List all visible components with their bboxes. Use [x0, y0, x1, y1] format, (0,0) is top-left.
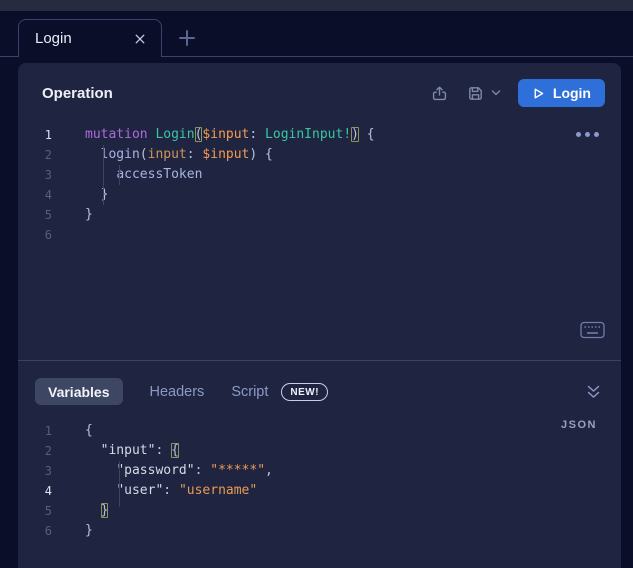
- code-line[interactable]: 3 "password": "*****",: [18, 461, 621, 481]
- line-number: 2: [18, 145, 52, 165]
- code-text: mutation Login($input: LoginInput!) {: [85, 125, 375, 145]
- code-line[interactable]: 2 login(input: $input) {: [18, 145, 621, 165]
- share-icon[interactable]: [430, 84, 449, 103]
- save-group: [466, 84, 501, 103]
- code-line[interactable]: 5}: [18, 205, 621, 225]
- top-strip: [0, 0, 633, 11]
- run-button-label: Login: [553, 85, 591, 101]
- code-line[interactable]: 1 mutation Login($input: LoginInput!) {: [18, 125, 621, 145]
- code-text: "input": {: [85, 441, 179, 461]
- tab-variables-label: Variables: [48, 384, 110, 400]
- bottom-tab-bar: Variables Headers Script NEW!: [35, 378, 601, 405]
- section-divider: [18, 360, 621, 361]
- indent-guide: [119, 165, 120, 185]
- tab-bar: Login: [0, 11, 633, 57]
- line-number: 5: [18, 205, 52, 225]
- tab-title: Login: [35, 30, 131, 47]
- plus-icon[interactable]: [177, 28, 197, 48]
- line-number: 2: [18, 441, 52, 461]
- keyboard-icon[interactable]: [580, 321, 605, 344]
- code-line[interactable]: 4 }: [18, 185, 621, 205]
- play-icon: [532, 87, 545, 100]
- line-number: 1: [18, 421, 52, 441]
- run-login-button[interactable]: Login: [518, 79, 605, 107]
- line-number: 6: [18, 225, 52, 245]
- code-text: {: [85, 421, 93, 441]
- operation-actions: Login: [430, 79, 605, 107]
- operation-editor[interactable]: 1 mutation Login($input: LoginInput!) {2 …: [18, 125, 621, 245]
- code-text: login(input: $input) {: [85, 145, 273, 165]
- save-icon[interactable]: [466, 84, 485, 103]
- new-badge: NEW!: [281, 383, 328, 401]
- indent-guide: [119, 461, 120, 507]
- code-line[interactable]: 6}: [18, 521, 621, 541]
- code-line[interactable]: 6: [18, 225, 621, 245]
- line-number: 4: [18, 185, 52, 205]
- code-text: "password": "*****",: [85, 461, 273, 481]
- line-number: 4: [18, 481, 52, 501]
- code-text: }: [85, 185, 108, 205]
- line-number: 1: [18, 125, 52, 145]
- code-line[interactable]: 5 }: [18, 501, 621, 521]
- tab-headers[interactable]: Headers: [150, 384, 205, 400]
- close-icon[interactable]: [131, 30, 149, 48]
- workspace-panel: Operation: [18, 63, 621, 568]
- code-line[interactable]: 1{: [18, 421, 621, 441]
- variables-editor[interactable]: 1{2 "input": {3 "password": "*****",4 "u…: [18, 421, 621, 541]
- line-number: 3: [18, 165, 52, 185]
- tab-script[interactable]: Script: [231, 384, 268, 400]
- chevron-double-down-icon[interactable]: [586, 384, 601, 400]
- indent-guide: [103, 145, 104, 205]
- line-number: 6: [18, 521, 52, 541]
- meatballs-menu-icon[interactable]: [576, 132, 599, 137]
- tab-login[interactable]: Login: [18, 19, 162, 57]
- line-number: 3: [18, 461, 52, 481]
- code-line[interactable]: 4 "user": "username": [18, 481, 621, 501]
- code-line[interactable]: 2 "input": {: [18, 441, 621, 461]
- line-number: 5: [18, 501, 52, 521]
- code-line[interactable]: 3 accessToken: [18, 165, 621, 185]
- operation-header: Operation: [42, 79, 605, 107]
- operation-title: Operation: [42, 85, 113, 102]
- code-text: }: [85, 205, 93, 225]
- code-text: }: [85, 501, 108, 521]
- code-text: }: [85, 521, 93, 541]
- tab-variables[interactable]: Variables: [35, 378, 123, 405]
- save-dropdown-chevron-down-icon[interactable]: [491, 89, 501, 97]
- code-text: "user": "username": [85, 481, 257, 501]
